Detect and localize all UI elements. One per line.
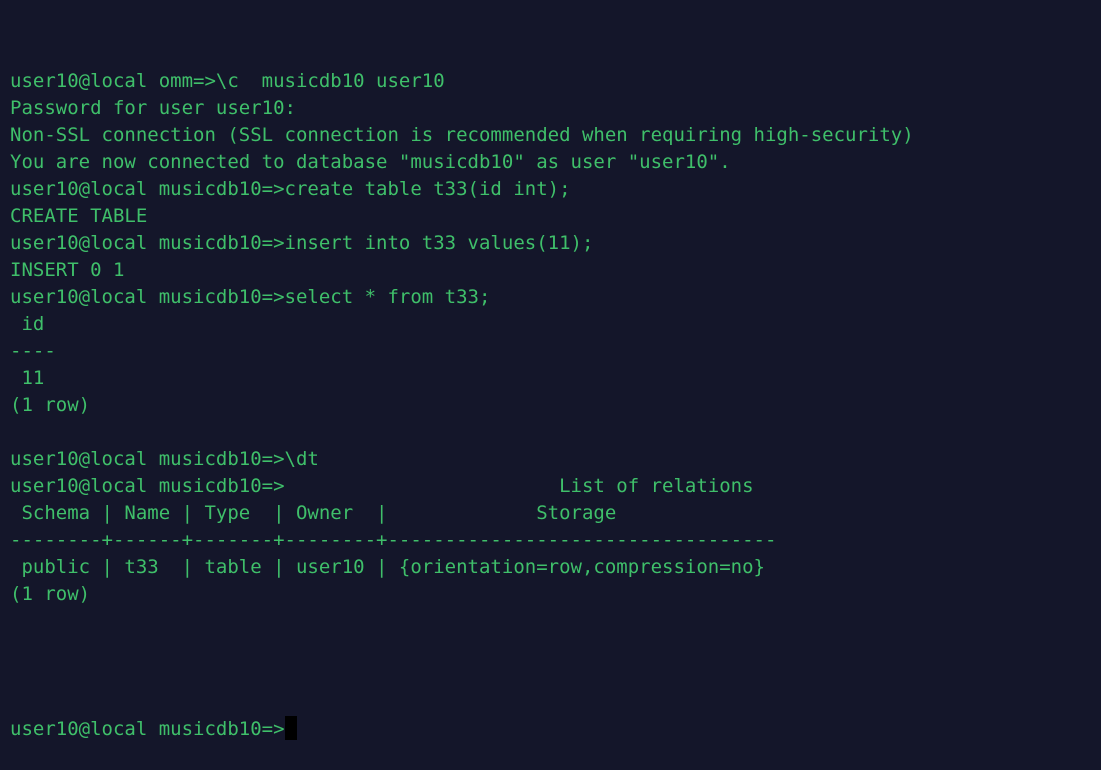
terminal-line: INSERT 0 1 xyxy=(10,259,125,281)
prompt-text: user10@local musicdb10=> xyxy=(10,718,285,740)
terminal-line: user10@local musicdb10=> List of relatio… xyxy=(10,475,754,497)
terminal-line: user10@local musicdb10=>create table t33… xyxy=(10,178,571,200)
terminal-prompt-line[interactable]: user10@local musicdb10=> xyxy=(10,716,1101,743)
terminal-line: --------+------+-------+--------+-------… xyxy=(10,529,777,551)
terminal-line: user10@local musicdb10=>insert into t33 … xyxy=(10,232,594,254)
terminal-line: user10@local musicdb10=>select * from t3… xyxy=(10,286,491,308)
terminal-line: (1 row) xyxy=(10,394,91,416)
terminal-line: Schema | Name | Type | Owner | Storage xyxy=(10,502,617,524)
terminal-line: public | t33 | table | user10 | {orienta… xyxy=(10,556,765,578)
terminal-line: ---- xyxy=(10,340,56,362)
terminal-line: (1 row) xyxy=(10,583,91,605)
terminal-line: You are now connected to database "music… xyxy=(10,151,731,173)
terminal-line: user10@local omm=>\c musicdb10 user10 xyxy=(10,70,445,92)
terminal-line: 11 xyxy=(10,367,45,389)
terminal-screen[interactable]: user10@local omm=>\c musicdb10 user10 Pas… xyxy=(0,0,1101,740)
text-cursor xyxy=(284,716,297,740)
terminal-line: Non-SSL connection (SSL connection is re… xyxy=(10,124,914,146)
terminal-output: user10@local omm=>\c musicdb10 user10 Pas… xyxy=(10,68,1101,662)
terminal-line: CREATE TABLE xyxy=(10,205,148,227)
terminal-line: user10@local musicdb10=>\dt xyxy=(10,448,319,470)
terminal-line: Password for user user10: xyxy=(10,97,296,119)
terminal-line: id xyxy=(10,313,45,335)
